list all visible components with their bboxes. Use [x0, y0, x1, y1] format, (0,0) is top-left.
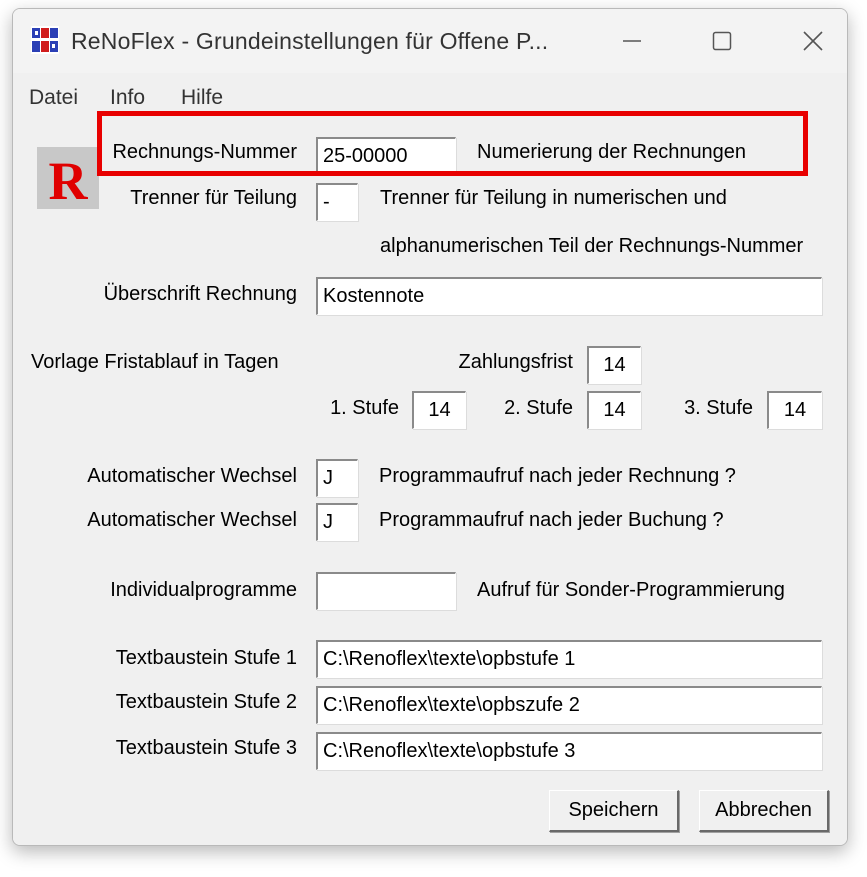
wechsel-buchung-label: Automatischer Wechsel	[87, 509, 297, 531]
menu-bar: Datei Info Hilfe	[13, 73, 847, 113]
wechsel-buchung-field[interactable]: J	[316, 503, 358, 541]
trenner-hint-line1: Trenner für Teilung in numerischen und	[380, 187, 727, 209]
stufe2-field[interactable]: 14	[587, 391, 641, 429]
stufe3-field[interactable]: 14	[767, 391, 822, 429]
close-button[interactable]	[790, 19, 836, 63]
individual-label: Individualprogramme	[110, 579, 297, 601]
menu-datei[interactable]: Datei	[29, 86, 78, 110]
textbaustein2-label: Textbaustein Stufe 2	[115, 691, 297, 713]
trenner-field[interactable]: -	[316, 183, 358, 221]
individual-hint: Aufruf für Sonder-Programmierung	[477, 579, 785, 601]
app-icon	[31, 26, 59, 54]
stufe2-label: 2. Stufe	[504, 397, 573, 419]
stufe3-label: 3. Stufe	[684, 397, 753, 419]
maximize-icon	[712, 31, 732, 51]
logo-letter: R	[49, 151, 89, 209]
individual-field[interactable]	[316, 572, 456, 610]
menu-hilfe[interactable]: Hilfe	[181, 86, 223, 110]
minimize-button[interactable]	[609, 19, 655, 63]
stufe1-field[interactable]: 14	[412, 391, 466, 429]
textbaustein1-field[interactable]: C:\Renoflex\texte\opbstufe 1	[316, 640, 822, 678]
logo-r-icon: R	[37, 147, 99, 211]
wechsel-rechnung-field[interactable]: J	[316, 459, 358, 497]
textbaustein3-label: Textbaustein Stufe 3	[115, 737, 297, 759]
stufe1-label: 1. Stufe	[330, 397, 399, 419]
highlight-box	[97, 111, 808, 176]
title-bar[interactable]: ReNoFlex - Grundeinstellungen für Offene…	[13, 9, 847, 73]
textbaustein3-field[interactable]: C:\Renoflex\texte\opbstufe 3	[316, 732, 822, 770]
zahlungsfrist-field[interactable]: 14	[587, 346, 641, 384]
close-icon	[803, 31, 823, 51]
window-title: ReNoFlex - Grundeinstellungen für Offene…	[71, 28, 549, 54]
trenner-hint-line2: alphanumerischen Teil der Rechnungs-Numm…	[380, 235, 804, 257]
textbaustein1-label: Textbaustein Stufe 1	[115, 647, 297, 669]
wechsel-rechnung-hint: Programmaufruf nach jeder Rechnung ?	[379, 465, 736, 487]
zahlungsfrist-label: Zahlungsfrist	[458, 351, 574, 373]
wechsel-rechnung-label: Automatischer Wechsel	[87, 465, 297, 487]
minimize-icon	[623, 40, 641, 42]
wechsel-buchung-hint: Programmaufruf nach jeder Buchung ?	[379, 509, 724, 531]
frist-label: Vorlage Fristablauf in Tagen	[31, 351, 279, 373]
trenner-label: Trenner für Teilung	[130, 187, 297, 209]
renoflex-logo: R	[37, 147, 99, 211]
form-area: R Rechnungs-Nummer 25-00000 Numerierung …	[13, 113, 847, 845]
maximize-button[interactable]	[699, 19, 745, 63]
ueberschrift-field[interactable]: Kostennote	[316, 277, 822, 315]
save-button[interactable]: Speichern	[549, 790, 679, 832]
textbaustein2-field[interactable]: C:\Renoflex\texte\opbszufe 2	[316, 686, 822, 724]
ueberschrift-label: Überschrift Rechnung	[103, 283, 297, 305]
cancel-button[interactable]: Abbrechen	[699, 790, 829, 832]
menu-info[interactable]: Info	[110, 86, 145, 110]
